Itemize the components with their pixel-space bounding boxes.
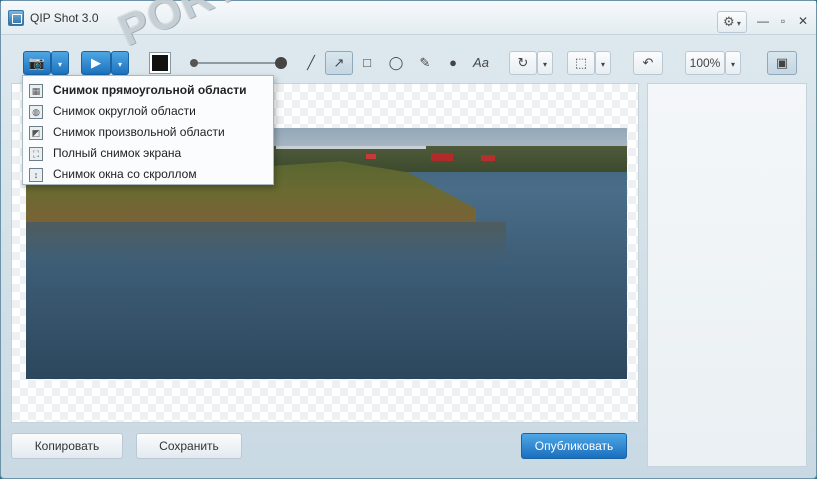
line-tool[interactable]: ╱ [297, 51, 325, 75]
freeform-capture-icon: ◩ [29, 126, 43, 140]
menu-item-fullscreen-capture[interactable]: ⛶ Полный снимок экрана [23, 143, 273, 164]
capture-mode-menu: ▦ Снимок прямоугольной области ◍ Снимок … [22, 75, 274, 185]
slider-handle[interactable] [275, 57, 287, 69]
blur-tool[interactable]: ● [439, 51, 467, 75]
arrow-tool[interactable]: ↗ [325, 51, 353, 75]
rectangle-tool[interactable]: □ [353, 51, 381, 75]
rotate-dropdown[interactable]: ▾ [537, 51, 553, 75]
ellipse-tool[interactable]: ◯ [381, 51, 411, 75]
minimize-icon: — [757, 14, 769, 28]
video-camera-icon: ▶ [91, 55, 101, 70]
calendar-icon: ▣ [775, 55, 789, 70]
stroke-width-slider[interactable] [191, 62, 283, 64]
rectangle-capture-icon: ▦ [29, 84, 43, 98]
selection-icon: ⬚ [574, 55, 588, 70]
gear-icon: ⚙ [723, 14, 735, 29]
rectangle-icon: □ [363, 55, 371, 70]
photo-roof [366, 154, 376, 159]
rotate-icon: ↻ [517, 55, 529, 70]
fullscreen-capture-icon: ⛶ [29, 147, 43, 161]
settings-button[interactable]: ⚙ ▾ [717, 11, 747, 33]
pencil-tool[interactable]: ✎ [411, 51, 439, 75]
text-tool[interactable]: Aa [467, 51, 495, 75]
menu-item-label: Снимок прямоугольной области [53, 83, 247, 97]
drop-icon: ● [449, 55, 457, 70]
chevron-down-icon: ▾ [117, 60, 122, 69]
app-icon [8, 10, 24, 26]
bottom-bar: Копировать Сохранить Опубликовать [11, 425, 639, 467]
photo-roof [481, 155, 495, 161]
selection-dropdown[interactable]: ▾ [595, 51, 611, 75]
selection-button[interactable]: ⬚ [567, 51, 595, 75]
chevron-down-icon: ▾ [734, 19, 741, 28]
text-icon: Aa [473, 55, 489, 70]
arrow-icon: ↗ [333, 55, 345, 70]
menu-item-round-capture[interactable]: ◍ Снимок округлой области [23, 101, 273, 122]
history-panel [647, 83, 807, 467]
close-icon: ✕ [797, 14, 809, 28]
window-title: QIP Shot 3.0 [30, 11, 99, 25]
zoom-value: 100% [689, 56, 721, 70]
screenshot-button[interactable]: 📷 [23, 51, 51, 75]
camera-icon: 📷 [28, 55, 46, 70]
ellipse-icon: ◯ [388, 55, 404, 70]
slider-min-dot [190, 59, 198, 67]
chevron-down-icon: ▾ [600, 60, 605, 69]
zoom-select[interactable]: 100% [685, 51, 725, 75]
undo-icon: ↶ [642, 55, 654, 70]
menu-item-label: Полный снимок экрана [53, 146, 182, 160]
photo-roof [431, 153, 453, 161]
undo-button[interactable]: ↶ [633, 51, 663, 75]
photo-reflection [26, 222, 506, 262]
round-capture-icon: ◍ [29, 105, 43, 119]
color-picker[interactable] [149, 52, 171, 74]
menu-item-label: Снимок окна со скроллом [53, 167, 197, 181]
app-window: QIP Shot 3.0 ⚙ ▾ — ▫ ✕ 📷 ▾ ▶ ▾ ╱ ↗ □ ◯ ✎… [0, 0, 817, 479]
menu-item-rectangle-capture[interactable]: ▦ Снимок прямоугольной области [23, 80, 273, 101]
maximize-icon: ▫ [780, 14, 786, 28]
video-mode-dropdown[interactable]: ▾ [111, 51, 129, 75]
menu-item-scroll-capture[interactable]: ↕ Снимок окна со скроллом [23, 164, 273, 185]
rotate-button[interactable]: ↻ [509, 51, 537, 75]
save-button[interactable]: Сохранить [136, 433, 242, 459]
history-panel-button[interactable]: ▣ [767, 51, 797, 75]
line-icon: ╱ [307, 55, 315, 70]
screenshot-mode-dropdown[interactable]: ▾ [51, 51, 69, 75]
maximize-button[interactable]: ▫ [775, 13, 791, 29]
chevron-down-icon: ▾ [730, 60, 735, 69]
zoom-dropdown[interactable]: ▾ [725, 51, 741, 75]
menu-item-freeform-capture[interactable]: ◩ Снимок произвольной области [23, 122, 273, 143]
minimize-button[interactable]: — [755, 13, 771, 29]
menu-item-label: Снимок округлой области [53, 104, 196, 118]
chevron-down-icon: ▾ [57, 60, 62, 69]
pencil-icon: ✎ [419, 55, 431, 70]
publish-button[interactable]: Опубликовать [521, 433, 627, 459]
close-button[interactable]: ✕ [795, 13, 811, 29]
chevron-down-icon: ▾ [542, 60, 547, 69]
video-record-button[interactable]: ▶ [81, 51, 111, 75]
scroll-capture-icon: ↕ [29, 168, 43, 182]
title-bar[interactable]: QIP Shot 3.0 ⚙ ▾ — ▫ ✕ [1, 1, 816, 35]
photo-bridge [276, 146, 426, 149]
copy-button[interactable]: Копировать [11, 433, 123, 459]
menu-item-label: Снимок произвольной области [53, 125, 225, 139]
